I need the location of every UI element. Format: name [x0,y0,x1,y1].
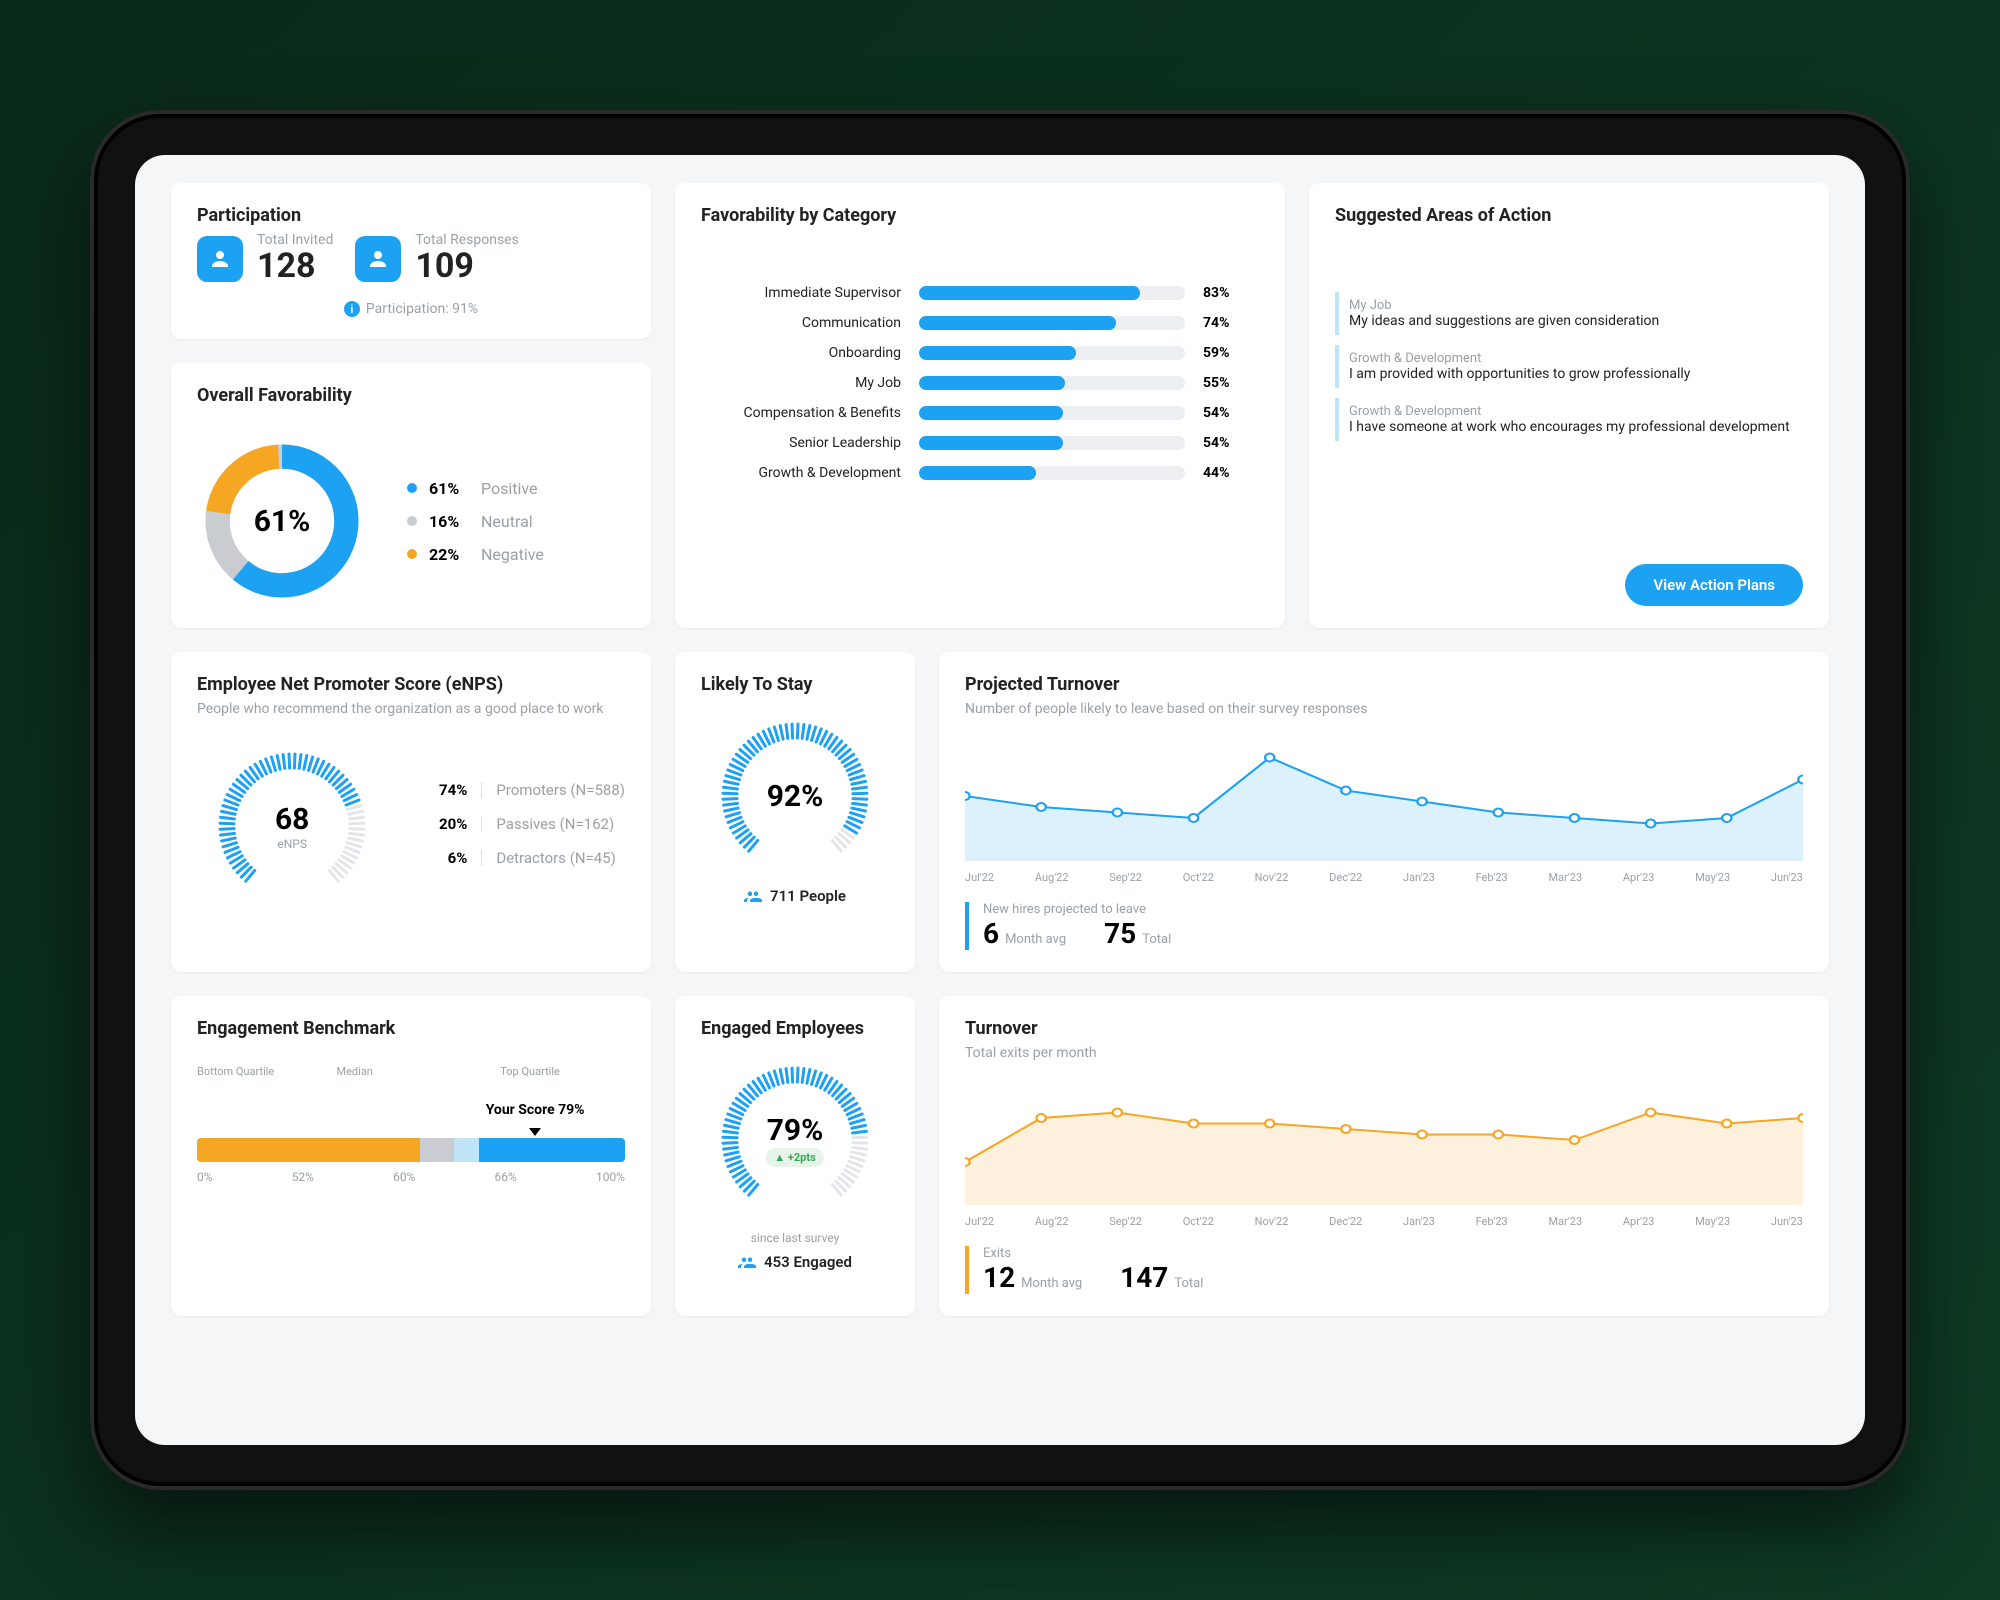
card-suggested-actions: Suggested Areas of Action My JobMy ideas… [1309,183,1829,628]
turnover-metric-title: Exits [983,1246,1203,1261]
benchmark-top-labels: Bottom Quartile Median . Top Quartile . [197,1065,625,1078]
projected-m2: 75 [1104,917,1136,950]
benchmark-score-label: Your Score 79% [486,1102,585,1118]
stat-invited: Total Invited 128 [197,232,333,285]
enps-breakdown: 74%Promoters (N=588) 20%Passives (N=162) 6… [423,781,625,867]
engaged-people: 453 Engaged [764,1253,852,1271]
favorability-donut: 61% [197,436,367,606]
category-title: Favorability by Category [701,205,1259,226]
engaged-delta: ▲ +2pts [766,1148,824,1167]
marker-triangle-icon [529,1128,541,1136]
legend-row: 22%Negative [407,545,544,564]
benchmark-ticks: 0%52%60%66%100% [197,1170,625,1184]
turnover-m1: 12 [983,1261,1015,1294]
stat-responses: Total Responses 109 [355,232,518,285]
enps-score: 68 [275,802,309,837]
legend-row: 61%Positive [407,479,544,498]
engaged-since: since last survey [701,1231,889,1245]
enps-gauge: 68eNPS [207,741,377,911]
card-favorability-category: Favorability by Category Immediate Super… [675,183,1285,628]
category-row: Communication74% [701,308,1259,338]
stay-people: 711 People [770,887,846,905]
participation-title: Participation [197,205,625,226]
card-turnover: Turnover Total exits per month Jul'22Aug… [939,996,1829,1316]
engaged-value: 79% [767,1113,824,1148]
projected-m2-label: Total [1142,932,1171,947]
stay-title: Likely To Stay [701,674,889,695]
card-enps: Employee Net Promoter Score (eNPS) Peopl… [171,652,651,972]
turnover-m2: 147 [1120,1261,1168,1294]
projected-title: Projected Turnover [965,674,1803,695]
engaged-gauge: 79% ▲ +2pts [710,1055,880,1225]
suggested-item[interactable]: Growth & DevelopmentI have someone at wo… [1335,398,1803,441]
category-row: Onboarding59% [701,338,1259,368]
turnover-m1-label: Month avg [1021,1276,1082,1291]
favorability-legend: 61%Positive 16%Neutral 22%Negative [407,479,544,564]
turnover-m2-label: Total [1174,1276,1203,1291]
legend-dot-icon [407,483,417,493]
turnover-title: Turnover [965,1018,1803,1039]
turnover-area-chart [965,1075,1803,1205]
projected-subtitle: Number of people likely to leave based o… [965,701,1803,717]
card-engagement-benchmark: Engagement Benchmark Bottom Quartile Med… [171,996,651,1316]
card-overall-favorability: Overall Favorability 61% 61%Positive 16%N… [171,363,651,628]
projected-m1: 6 [983,917,999,950]
category-bar-list: Immediate Supervisor83%Communication74%O… [701,278,1259,488]
view-action-plans-button[interactable]: View Action Plans [1625,564,1803,606]
enps-title: Employee Net Promoter Score (eNPS) [197,674,625,695]
dashboard-screen: Participation Total Invited 128 Total Re… [135,155,1865,1445]
legend-dot-icon [407,516,417,526]
enps-row: 6%Detractors (N=45) [423,849,625,867]
category-row: Compensation & Benefits54% [701,398,1259,428]
responses-value: 109 [415,248,518,285]
person-icon [355,236,401,282]
card-projected-turnover: Projected Turnover Number of people like… [939,652,1829,972]
invited-value: 128 [257,248,333,285]
projected-xaxis: Jul'22Aug'22Sep'22Oct'22Nov'22Dec'22Jan'… [965,871,1803,884]
legend-row: 16%Neutral [407,512,544,531]
tablet-frame: Participation Total Invited 128 Total Re… [90,110,1910,1490]
category-row: Growth & Development44% [701,458,1259,488]
person-icon [197,236,243,282]
suggested-list: My JobMy ideas and suggestions are given… [1335,282,1803,451]
favorability-title: Overall Favorability [197,385,625,406]
people-icon [744,889,762,903]
category-row: Senior Leadership54% [701,428,1259,458]
suggested-title: Suggested Areas of Action [1335,205,1803,226]
category-row: Immediate Supervisor83% [701,278,1259,308]
turnover-xaxis: Jul'22Aug'22Sep'22Oct'22Nov'22Dec'22Jan'… [965,1215,1803,1228]
card-engaged-employees: Engaged Employees 79% ▲ +2pts since last… [675,996,915,1316]
projected-metric-title: New hires projected to leave [983,902,1171,917]
participation-footer: Participation: 91% [366,301,478,317]
category-row: My Job55% [701,368,1259,398]
info-icon[interactable]: i [344,301,360,317]
card-participation: Participation Total Invited 128 Total Re… [171,183,651,339]
enps-row: 74%Promoters (N=588) [423,781,625,799]
projected-m1-label: Month avg [1005,932,1066,947]
enps-row: 20%Passives (N=162) [423,815,625,833]
projected-area-chart [965,731,1803,861]
enps-subtitle: People who recommend the organization as… [197,701,625,717]
card-likely-to-stay: Likely To Stay 92% 711 People [675,652,915,972]
people-icon [738,1255,756,1269]
stay-gauge: 92% [710,711,880,881]
turnover-subtitle: Total exits per month [965,1045,1803,1061]
stay-value: 92% [767,779,824,814]
favorability-center: 61% [197,436,367,606]
benchmark-title: Engagement Benchmark [197,1018,625,1039]
benchmark-bar [197,1138,625,1162]
engaged-title: Engaged Employees [701,1018,889,1039]
suggested-item[interactable]: Growth & DevelopmentI am provided with o… [1335,345,1803,388]
suggested-item[interactable]: My JobMy ideas and suggestions are given… [1335,292,1803,335]
legend-dot-icon [407,549,417,559]
enps-score-label: eNPS [277,837,307,851]
